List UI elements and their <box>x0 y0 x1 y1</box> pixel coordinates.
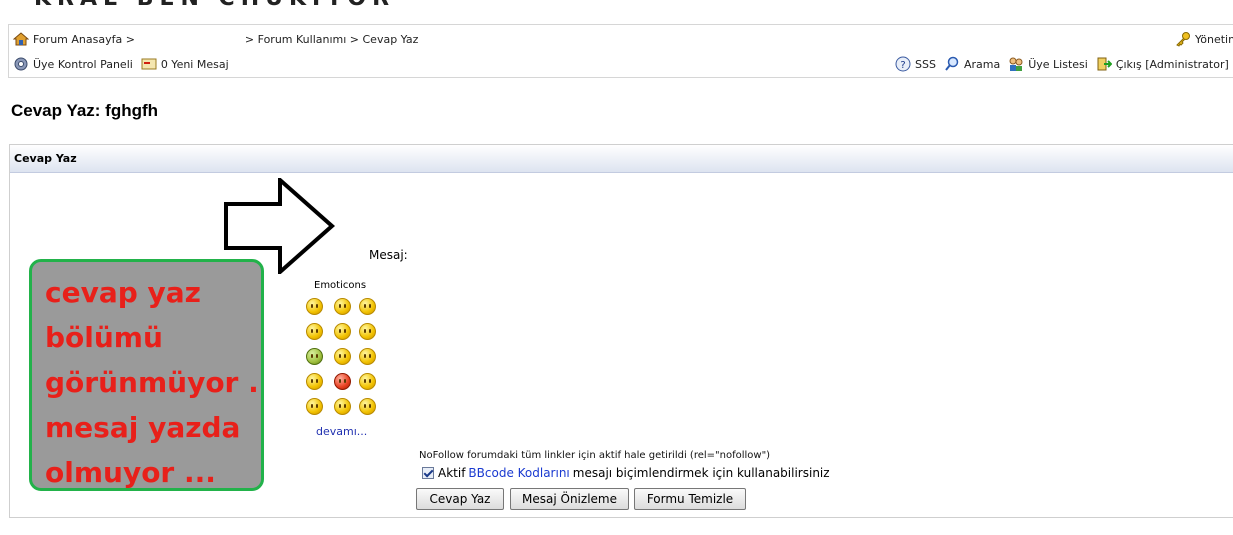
emoticon-smile[interactable] <box>306 298 323 315</box>
breadcrumb: Forum Anasayfa > > Forum Kullanımı > Cev… <box>13 30 418 48</box>
logout-link[interactable]: Çıkış [Administrator] <box>1116 58 1229 71</box>
annotation-line: cevap yaz <box>45 276 201 309</box>
emoticon-sick[interactable] <box>306 348 323 365</box>
panel-header: Cevap Yaz <box>10 145 1233 173</box>
member-list-link[interactable]: Üye Listesi <box>1028 58 1088 71</box>
emoticon-sad[interactable] <box>359 348 376 365</box>
nofollow-notice: NoFollow forumdaki tüm linkler için akti… <box>419 450 771 461</box>
annotation-line: mesaj yazda <box>45 411 241 444</box>
message-label: Mesaj: <box>369 248 408 262</box>
breadcrumb-rest[interactable]: > Forum Kullanımı > Cevap Yaz <box>245 33 418 46</box>
admin-link[interactable]: Yönetim <box>1195 33 1233 46</box>
banner-strip: KRAL BEN CHUKIYOR <box>0 0 1233 8</box>
help-icon: ? <box>895 56 911 72</box>
forum-home-link[interactable]: Forum Anasayfa > <box>33 33 135 46</box>
emoticon-neutral[interactable] <box>359 398 376 415</box>
new-messages-link[interactable]: 0 Yeni Mesaj <box>161 58 229 71</box>
bbcode-checkbox[interactable] <box>422 467 434 479</box>
user-control-panel-link[interactable]: Üye Kontrol Paneli <box>33 58 133 71</box>
emoticon-worried[interactable] <box>359 373 376 390</box>
search-icon <box>945 56 959 71</box>
emoticon-happy[interactable] <box>359 323 376 340</box>
search-link[interactable]: Arama <box>964 58 1000 71</box>
more-emoticons-link[interactable]: devamı... <box>316 425 367 438</box>
emoticon-wink[interactable] <box>359 298 376 315</box>
banner-text: KRAL BEN CHUKIYOR <box>34 0 395 8</box>
submit-reply-button[interactable]: Cevap Yaz <box>416 488 504 510</box>
annotation-line: olmuyor ... <box>45 456 216 489</box>
emoticon-star[interactable] <box>306 398 323 415</box>
emoticon-surprised[interactable] <box>334 398 351 415</box>
mail-icon <box>141 58 157 70</box>
faq-link[interactable]: SSS <box>915 58 936 71</box>
navigation-bar: Forum Anasayfa > > Forum Kullanımı > Cev… <box>8 24 1233 78</box>
emoticon-kiss[interactable] <box>334 348 351 365</box>
svg-text:?: ? <box>900 60 905 71</box>
preview-button[interactable]: Mesaj Önizleme <box>510 488 629 510</box>
site-menu: ? SSS Arama Üye Listesi Çıkış [Administr… <box>895 55 1229 73</box>
user-menu: Üye Kontrol Paneli 0 Yeni Mesaj <box>13 55 229 73</box>
emoticon-confused[interactable] <box>306 323 323 340</box>
bbcode-link[interactable]: BBcode Kodlarını <box>468 466 569 480</box>
bbcode-prefix: Aktif <box>438 466 466 480</box>
admin-area: Yönetim <box>1175 30 1233 48</box>
logout-icon <box>1097 57 1112 71</box>
emoticon-angry[interactable] <box>334 373 351 390</box>
key-icon <box>1176 32 1190 47</box>
annotation-box: cevap yaz bölümü görünmüyor . mesaj yazd… <box>29 259 264 491</box>
gear-icon <box>14 57 28 71</box>
annotation-text: cevap yaz bölümü görünmüyor . mesaj yazd… <box>45 270 259 495</box>
members-icon <box>1009 57 1023 71</box>
page-title: Cevap Yaz: fghgfh <box>11 101 159 120</box>
annotation-line: bölümü <box>45 321 163 354</box>
emoticon-shocked[interactable] <box>306 373 323 390</box>
emoticon-grin[interactable] <box>334 323 351 340</box>
emoticon-tongue[interactable] <box>334 298 351 315</box>
home-icon <box>13 32 29 46</box>
breadcrumb-blank <box>138 32 241 46</box>
annotation-line: görünmüyor . <box>45 366 259 399</box>
emoticons-title: Emoticons <box>314 280 367 291</box>
bbcode-option: Aktif BBcode Kodlarını mesajı biçimlendi… <box>422 466 830 480</box>
clear-form-button[interactable]: Formu Temizle <box>634 488 746 510</box>
bbcode-suffix: mesajı biçimlendirmek için kullanabilirs… <box>572 466 830 480</box>
